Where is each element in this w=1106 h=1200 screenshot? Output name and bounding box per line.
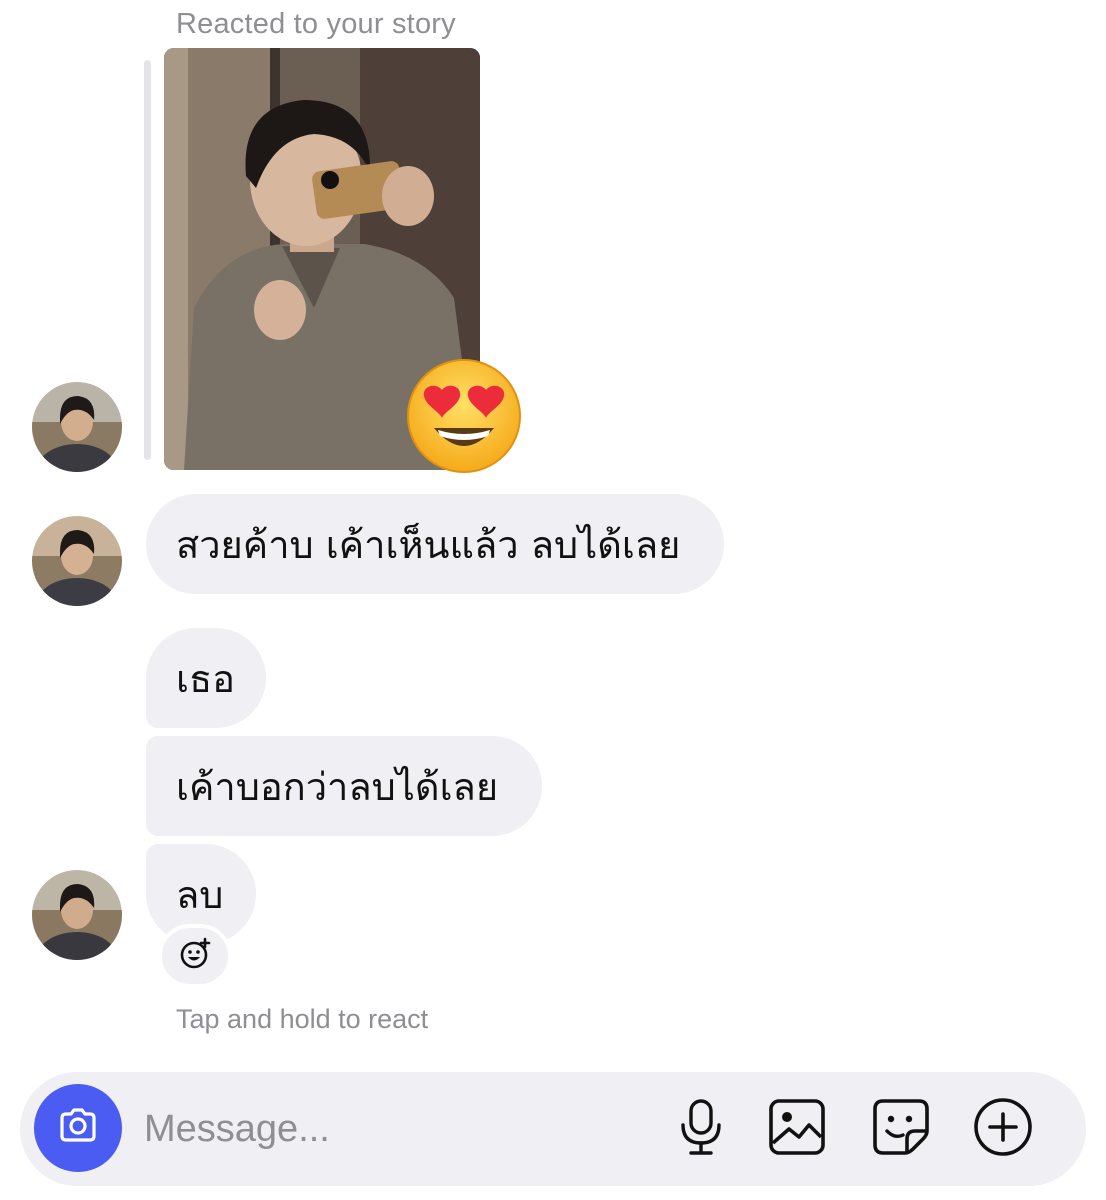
camera-icon — [56, 1104, 100, 1153]
message-bubble[interactable]: เธอ — [146, 628, 266, 728]
message-text: ลบ — [176, 872, 224, 917]
add-reaction-button[interactable] — [158, 924, 232, 988]
plus-circle-icon — [972, 1096, 1034, 1163]
message-text: เค้าบอกว่าลบได้เลย — [176, 764, 499, 809]
story-reaction-label: Reacted to your story — [176, 8, 456, 40]
avatar[interactable] — [32, 870, 122, 960]
reply-quote-bar — [144, 60, 151, 460]
smiley-plus-icon — [178, 937, 212, 976]
message-text: สวยค้าบ เค้าเห็นแล้ว ลบได้เลย — [176, 522, 681, 567]
heart-eyes-emoji-icon[interactable] — [404, 356, 524, 476]
sticker-button[interactable] — [870, 1098, 932, 1160]
more-options-button[interactable] — [972, 1096, 1034, 1163]
avatar[interactable] — [32, 382, 122, 472]
sticker-icon — [871, 1097, 931, 1162]
message-composer — [20, 1072, 1086, 1186]
react-hint: Tap and hold to react — [176, 1004, 429, 1034]
message-bubble[interactable]: เค้าบอกว่าลบได้เลย — [146, 736, 542, 836]
image-icon — [767, 1097, 827, 1162]
message-text: เธอ — [176, 656, 236, 701]
voice-message-button[interactable] — [670, 1098, 732, 1160]
microphone-icon — [677, 1097, 725, 1162]
camera-button[interactable] — [34, 1084, 122, 1172]
message-bubble[interactable]: สวยค้าบ เค้าเห็นแล้ว ลบได้เลย — [146, 494, 724, 594]
gallery-button[interactable] — [766, 1098, 828, 1160]
message-input[interactable] — [144, 1104, 624, 1154]
avatar[interactable] — [32, 516, 122, 606]
